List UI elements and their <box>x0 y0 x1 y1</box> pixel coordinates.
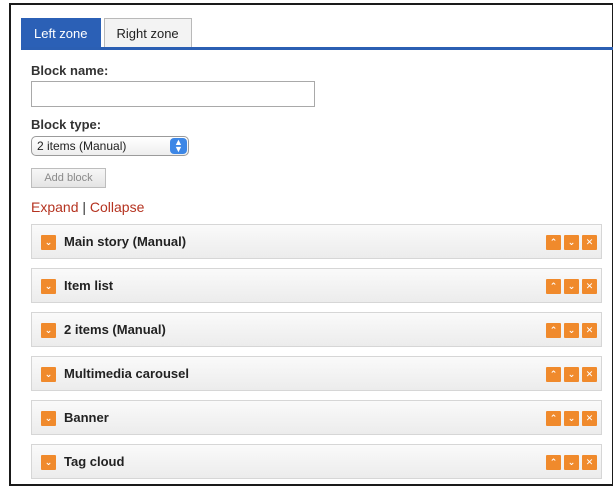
close-icon[interactable]: ✕ <box>582 455 597 470</box>
close-icon[interactable]: ✕ <box>582 279 597 294</box>
block-title: Item list <box>64 278 114 293</box>
expand-link[interactable]: Expand <box>31 199 78 215</box>
tab-bar-divider <box>21 47 613 50</box>
arrow-up-icon[interactable]: ⌃ <box>546 367 561 382</box>
block-title: Banner <box>64 410 109 425</box>
close-icon[interactable]: ✕ <box>582 367 597 382</box>
block-title: Multimedia carousel <box>64 366 189 381</box>
chevron-down-icon[interactable]: ⌄ <box>41 235 56 250</box>
block-actions: ⌃ ⌄ ✕ <box>546 455 597 470</box>
arrow-up-icon[interactable]: ⌃ <box>546 323 561 338</box>
block-title: Tag cloud <box>64 454 125 469</box>
arrow-up-icon[interactable]: ⌃ <box>546 279 561 294</box>
arrow-down-icon[interactable]: ⌄ <box>564 279 579 294</box>
arrow-up-icon[interactable]: ⌃ <box>546 411 561 426</box>
block-actions: ⌃ ⌄ ✕ <box>546 367 597 382</box>
collapse-link[interactable]: Collapse <box>90 199 144 215</box>
chevron-down-icon[interactable]: ⌄ <box>41 279 56 294</box>
chevron-down-icon[interactable]: ⌄ <box>41 411 56 426</box>
arrow-down-icon[interactable]: ⌄ <box>564 411 579 426</box>
arrow-up-icon[interactable]: ⌃ <box>546 455 561 470</box>
list-item: ⌄ Banner ⌃ ⌄ ✕ <box>31 400 602 435</box>
block-type-select[interactable]: 2 items (Manual) ▲ ▼ <box>31 136 189 156</box>
chevron-down-icon[interactable]: ⌄ <box>41 323 56 338</box>
block-name-label: Block name: <box>31 63 109 78</box>
arrow-down-icon[interactable]: ⌄ <box>564 323 579 338</box>
list-item: ⌄ Main story (Manual) ⌃ ⌄ ✕ <box>31 224 602 259</box>
add-block-button[interactable]: Add block <box>31 168 106 188</box>
list-item: ⌄ 2 items (Manual) ⌃ ⌄ ✕ <box>31 312 602 347</box>
block-actions: ⌃ ⌄ ✕ <box>546 235 597 250</box>
close-icon[interactable]: ✕ <box>582 411 597 426</box>
list-item: ⌄ Item list ⌃ ⌄ ✕ <box>31 268 602 303</box>
arrow-down-icon[interactable]: ⌄ <box>564 455 579 470</box>
select-arrows-icon: ▲ ▼ <box>170 138 187 154</box>
tab-right-zone[interactable]: Right zone <box>103 18 192 48</box>
chevron-down-icon[interactable]: ⌄ <box>41 367 56 382</box>
arrow-down-icon[interactable]: ⌄ <box>564 367 579 382</box>
close-icon[interactable]: ✕ <box>582 323 597 338</box>
block-title: 2 items (Manual) <box>64 322 166 337</box>
expand-collapse-controls: Expand | Collapse <box>31 199 144 215</box>
list-item: ⌄ Multimedia carousel ⌃ ⌄ ✕ <box>31 356 602 391</box>
close-icon[interactable]: ✕ <box>582 235 597 250</box>
arrow-up-icon[interactable]: ⌃ <box>546 235 561 250</box>
block-title: Main story (Manual) <box>64 234 187 249</box>
block-actions: ⌃ ⌄ ✕ <box>546 323 597 338</box>
block-type-label: Block type: <box>31 117 102 132</box>
zone-tabs: Left zone Right zone <box>21 18 195 48</box>
chevron-down-icon[interactable]: ⌄ <box>41 455 56 470</box>
block-actions: ⌃ ⌄ ✕ <box>546 411 597 426</box>
block-actions: ⌃ ⌄ ✕ <box>546 279 597 294</box>
list-item: ⌄ Tag cloud ⌃ ⌄ ✕ <box>31 444 602 479</box>
block-name-input[interactable] <box>31 81 315 107</box>
tab-left-zone[interactable]: Left zone <box>21 18 101 48</box>
block-list: ⌄ Main story (Manual) ⌃ ⌄ ✕ ⌄ Item list … <box>31 224 602 488</box>
separator: | <box>82 199 87 215</box>
block-type-selected-value: 2 items (Manual) <box>37 139 127 153</box>
arrow-down-icon[interactable]: ⌄ <box>564 235 579 250</box>
